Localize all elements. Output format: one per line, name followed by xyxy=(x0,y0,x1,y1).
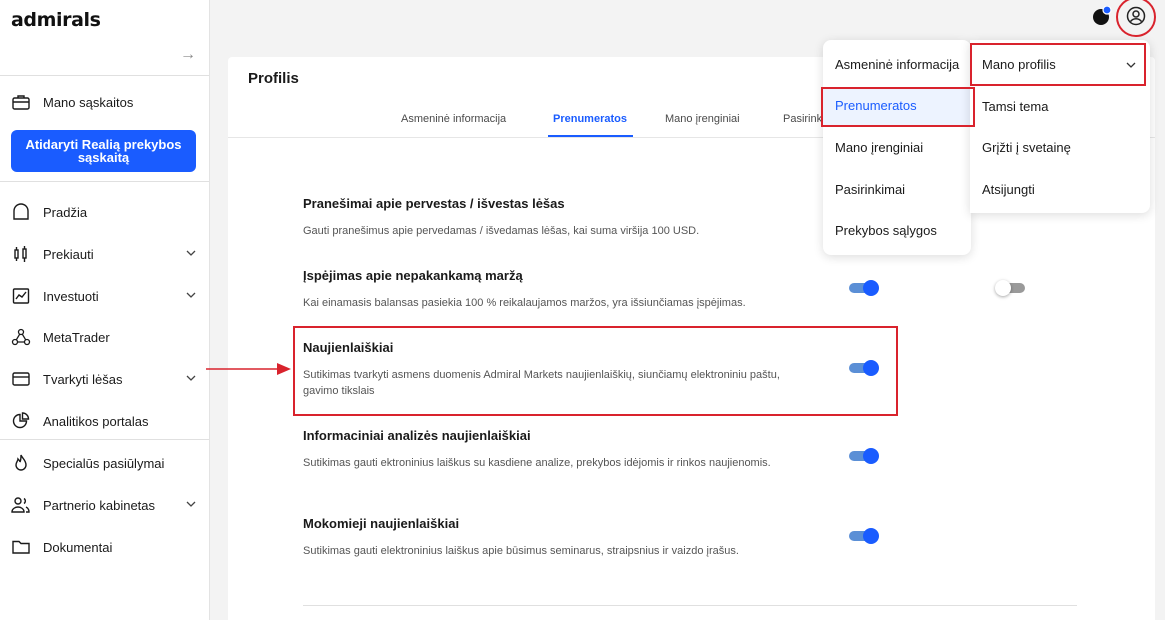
flame-icon xyxy=(11,453,31,473)
setting-title: Naujienlaiškiai xyxy=(303,340,394,355)
submenu-devices[interactable]: Mano įrenginiai xyxy=(835,140,923,155)
setting-title: Pranešimai apie pervestas / išvestas lėš… xyxy=(303,196,565,211)
sidebar-item-label: Partnerio kabinetas xyxy=(43,497,156,513)
setting-description: Sutikimas gauti ektroninius laiškus su k… xyxy=(303,457,771,469)
submenu-subscriptions[interactable]: Prenumeratos xyxy=(835,98,917,113)
sidebar-item-label: Specialūs pasiūlymai xyxy=(43,455,165,471)
setting-title: Mokomieji naujienlaiškiai xyxy=(303,516,460,531)
tab-personal-info[interactable]: Asmeninė informacija xyxy=(401,113,506,125)
submenu-trading-conditions[interactable]: Prekybos sąlygos xyxy=(835,223,937,238)
chevron-down-icon xyxy=(1126,62,1136,68)
theme-toggle-icon[interactable] xyxy=(1092,6,1112,26)
logo[interactable]: admirals xyxy=(11,9,101,31)
wallet-icon xyxy=(11,369,31,389)
profile-submenu: Asmeninė informacija Prenumeratos Mano į… xyxy=(823,40,971,255)
sidebar-item-label: Prekiauti xyxy=(43,246,94,262)
setting-description: Sutikimas gauti elektroninius laiškus ap… xyxy=(303,545,739,557)
setting-title: Informaciniai analizės naujienlaiškiai xyxy=(303,428,531,443)
sidebar-item-label: Dokumentai xyxy=(43,539,113,555)
sidebar-item-label: Pradžia xyxy=(43,204,88,220)
setting-analysis-newsletters: Informaciniai analizės naujienlaiškiai S… xyxy=(303,428,783,471)
setting-newsletters: Naujienlaiškiai Sutikimas tvarkyti asmen… xyxy=(303,340,783,399)
home-icon xyxy=(11,202,31,222)
educational-newsletters-toggle[interactable] xyxy=(849,526,879,546)
collapse-arrow-icon[interactable]: → xyxy=(180,46,196,64)
submenu-preferences[interactable]: Pasirinkimai xyxy=(835,182,905,197)
open-real-account-button[interactable]: Atidaryti Realią prekybos sąskaitą xyxy=(11,130,196,172)
sidebar-item-label: Analitikos portalas xyxy=(43,413,149,429)
sidebar-item-label: Mano sąskaitos xyxy=(43,94,134,110)
setting-margin-warning: Įspėjimas apie nepakankamą maržą Kai ein… xyxy=(303,268,783,311)
section-divider xyxy=(303,605,1077,606)
sidebar-item-label: MetaTrader xyxy=(43,329,110,345)
chevron-down-icon xyxy=(186,250,196,256)
user-avatar-highlight xyxy=(1116,0,1156,37)
setting-description: Sutikimas tvarkyti asmens duomenis Admir… xyxy=(303,369,780,397)
margin-email-toggle[interactable] xyxy=(849,278,879,298)
sidebar-item-trade[interactable]: Prekiauti xyxy=(0,239,209,269)
newsletters-toggle[interactable] xyxy=(849,358,879,378)
tab-devices[interactable]: Mano įrenginiai xyxy=(665,113,740,125)
chevron-down-icon xyxy=(186,501,196,507)
setting-description: Gauti pranešimus apie pervedamas / išved… xyxy=(303,225,700,237)
setting-description: Kai einamasis balansas pasiekia 100 % re… xyxy=(303,297,746,309)
margin-push-toggle[interactable] xyxy=(995,278,1027,298)
sidebar-item-offers[interactable]: Specialūs pasiūlymai xyxy=(0,448,209,478)
sidebar-item-metatrader[interactable]: MetaTrader xyxy=(0,322,209,352)
chevron-down-icon xyxy=(186,375,196,381)
briefcase-icon xyxy=(11,92,31,112)
submenu-personal-info[interactable]: Asmeninė informacija xyxy=(835,57,959,72)
analysis-newsletters-toggle[interactable] xyxy=(849,446,879,466)
sidebar-divider xyxy=(0,439,209,440)
setting-educational-newsletters: Mokomieji naujienlaiškiai Sutikimas gaut… xyxy=(303,516,783,559)
candlestick-icon xyxy=(11,244,31,264)
sidebar: admirals → Mano sąskaitos Atidaryti Real… xyxy=(0,0,210,620)
menu-my-profile[interactable]: Mano profilis xyxy=(982,57,1056,72)
sidebar-item-analytics[interactable]: Analitikos portalas xyxy=(0,406,209,436)
red-arrow-icon xyxy=(206,363,291,375)
folder-icon xyxy=(11,537,31,557)
sidebar-item-funds[interactable]: Tvarkyti lėšas xyxy=(0,364,209,394)
tab-subscriptions[interactable]: Prenumeratos xyxy=(553,113,627,125)
setting-title: Įspėjimas apie nepakankamą maržą xyxy=(303,268,523,283)
menu-dark-theme[interactable]: Tamsi tema xyxy=(982,99,1048,114)
page-title: Profilis xyxy=(248,70,299,87)
chart-icon xyxy=(11,286,31,306)
sidebar-item-invest[interactable]: Investuoti xyxy=(0,281,209,311)
network-icon xyxy=(11,327,31,347)
menu-back-to-website[interactable]: Grįžti į svetainę xyxy=(982,140,1071,155)
sidebar-item-label: Tvarkyti lėšas xyxy=(43,371,123,387)
sidebar-divider xyxy=(0,181,209,182)
sidebar-divider xyxy=(0,75,209,76)
sidebar-item-accounts[interactable]: Mano sąskaitos xyxy=(0,87,209,117)
sidebar-item-documents[interactable]: Dokumentai xyxy=(0,532,209,562)
user-menu: Mano profilis Tamsi tema Grįžti į svetai… xyxy=(970,40,1150,213)
sidebar-item-home[interactable]: Pradžia xyxy=(0,197,209,227)
menu-logout[interactable]: Atsijungti xyxy=(982,182,1035,197)
chevron-down-icon xyxy=(186,292,196,298)
sidebar-item-partner[interactable]: Partnerio kabinetas xyxy=(0,490,209,520)
setting-transfers: Pranešimai apie pervestas / išvestas lėš… xyxy=(303,196,783,239)
pie-icon xyxy=(11,411,31,431)
sidebar-item-label: Investuoti xyxy=(43,288,99,304)
users-icon xyxy=(11,495,31,515)
